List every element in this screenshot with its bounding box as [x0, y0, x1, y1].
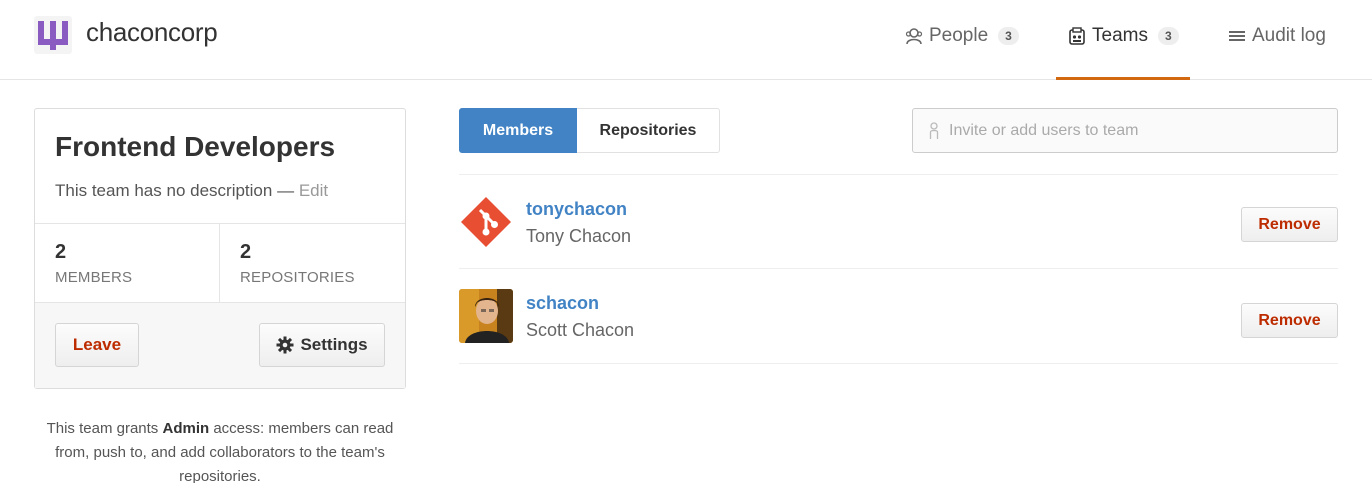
team-card: Frontend Developers This team has no des… [34, 108, 406, 389]
avatar-tonychacon[interactable] [459, 195, 513, 249]
access-note-prefix: This team grants [46, 420, 159, 437]
nav-people-label: People [929, 25, 989, 46]
description-separator: — [277, 181, 295, 200]
member-full-name: Scott Chacon [526, 320, 635, 340]
leave-button[interactable]: Leave [55, 323, 139, 367]
edit-description-link[interactable]: Edit [299, 181, 328, 200]
person-icon [929, 121, 939, 139]
members-label: MEMBERS [55, 269, 133, 286]
team-card-footer: Leave Settings [35, 303, 405, 388]
settings-button[interactable]: Settings [259, 323, 385, 367]
member-login-link[interactable]: tonychacon [526, 199, 627, 220]
member-login-link[interactable]: schacon [526, 293, 599, 314]
member-full-name: Tony Chacon [526, 226, 632, 246]
nav-teams[interactable]: Teams 3 [1068, 22, 1179, 50]
user-photo [459, 289, 513, 343]
nav-people-count: 3 [998, 27, 1019, 45]
nav-teams-label: Teams [1092, 25, 1148, 46]
team-access-note: This team grants Admin access: members c… [34, 417, 406, 483]
nav-audit-log[interactable]: Audit log [1228, 22, 1326, 50]
nav-audit-label: Audit log [1252, 25, 1326, 46]
tab-repositories[interactable]: Repositories [577, 108, 720, 153]
team-title: Frontend Developers [55, 131, 336, 162]
git-logo-icon [459, 195, 513, 249]
stat-members[interactable]: 2 MEMBERS [35, 224, 220, 302]
nav-active-underline [1056, 77, 1190, 80]
list-icon [1229, 31, 1245, 41]
avatar-schacon[interactable] [459, 289, 513, 343]
org-name[interactable]: chaconcorp [86, 17, 218, 48]
github-org-logo-icon [38, 21, 68, 50]
invite-field[interactable] [912, 108, 1338, 153]
team-tabs: Members Repositories [459, 108, 720, 153]
team-description-text: This team has no description [55, 181, 273, 200]
nav-people[interactable]: People 3 [905, 22, 1019, 50]
remove-member-button[interactable]: Remove [1241, 303, 1338, 338]
access-level: Admin [162, 420, 210, 437]
repositories-count: 2 [240, 241, 252, 263]
team-description: This team has no description — Edit [55, 181, 328, 201]
org-logo[interactable] [34, 16, 72, 54]
teams-icon [1069, 27, 1085, 45]
remove-member-button[interactable]: Remove [1241, 207, 1338, 242]
people-icon [905, 28, 923, 45]
members-count: 2 [55, 241, 67, 263]
gear-icon [276, 336, 294, 354]
stat-repositories[interactable]: 2 REPOSITORIES [220, 224, 405, 302]
member-row-tonychacon: tonychacon Tony Chacon Remove [459, 175, 1338, 269]
list-divider [459, 363, 1338, 364]
member-row-schacon: schacon Scott Chacon Remove [459, 269, 1338, 363]
repositories-label: REPOSITORIES [240, 269, 355, 286]
org-header: chaconcorp People 3 Teams 3 Audit log [0, 0, 1372, 80]
settings-button-label: Settings [300, 335, 368, 354]
nav-teams-count: 3 [1157, 27, 1179, 45]
invite-input[interactable] [949, 121, 1309, 140]
team-stats: 2 MEMBERS 2 REPOSITORIES [35, 223, 405, 303]
tab-members[interactable]: Members [459, 108, 577, 153]
